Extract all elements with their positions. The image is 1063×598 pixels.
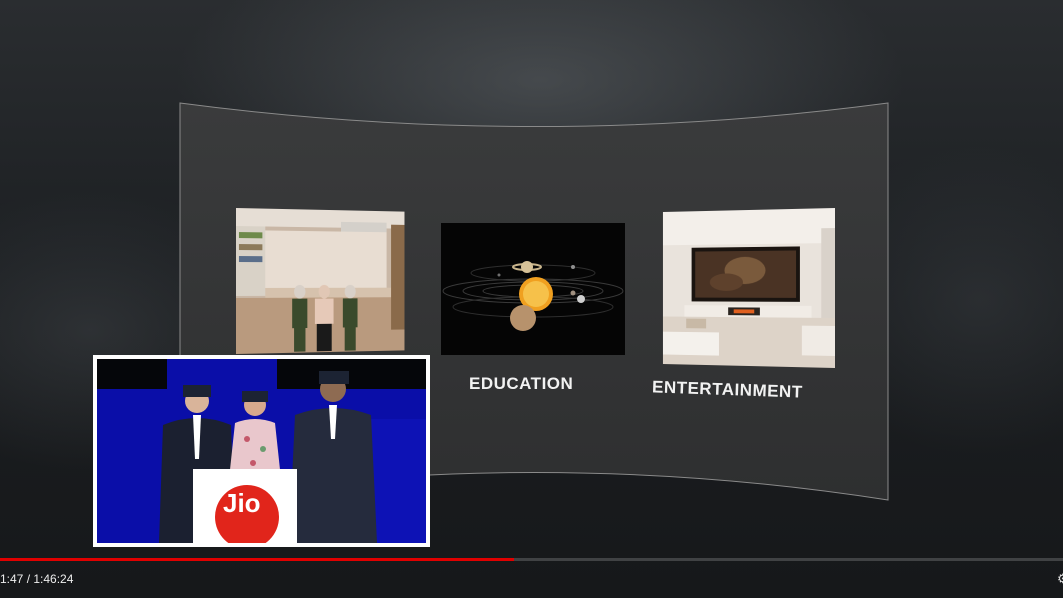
stage-scene: Jio bbox=[97, 359, 426, 543]
education-label: EDUCATION bbox=[469, 374, 574, 393]
time-display: 1:47 / 1:46:24 bbox=[0, 572, 74, 586]
presenters-image bbox=[97, 359, 426, 543]
video-frame[interactable]: EDUCATION ENTERTAINMENT Jio 1:47 / 1:46:… bbox=[0, 0, 1063, 598]
entertainment-tile[interactable] bbox=[662, 208, 835, 368]
picture-in-picture-video[interactable]: Jio bbox=[93, 355, 430, 547]
living-room-image bbox=[662, 208, 835, 368]
solar-system-image bbox=[441, 223, 625, 355]
settings-icon[interactable]: ⚙ bbox=[1057, 572, 1063, 586]
jio-logo: Jio bbox=[223, 488, 261, 518]
progress-bar-played bbox=[0, 558, 515, 561]
progress-bar[interactable] bbox=[0, 558, 1063, 561]
education-tile[interactable] bbox=[441, 223, 625, 355]
shop-scene-image bbox=[236, 208, 405, 354]
shopping-tile[interactable] bbox=[236, 208, 405, 354]
